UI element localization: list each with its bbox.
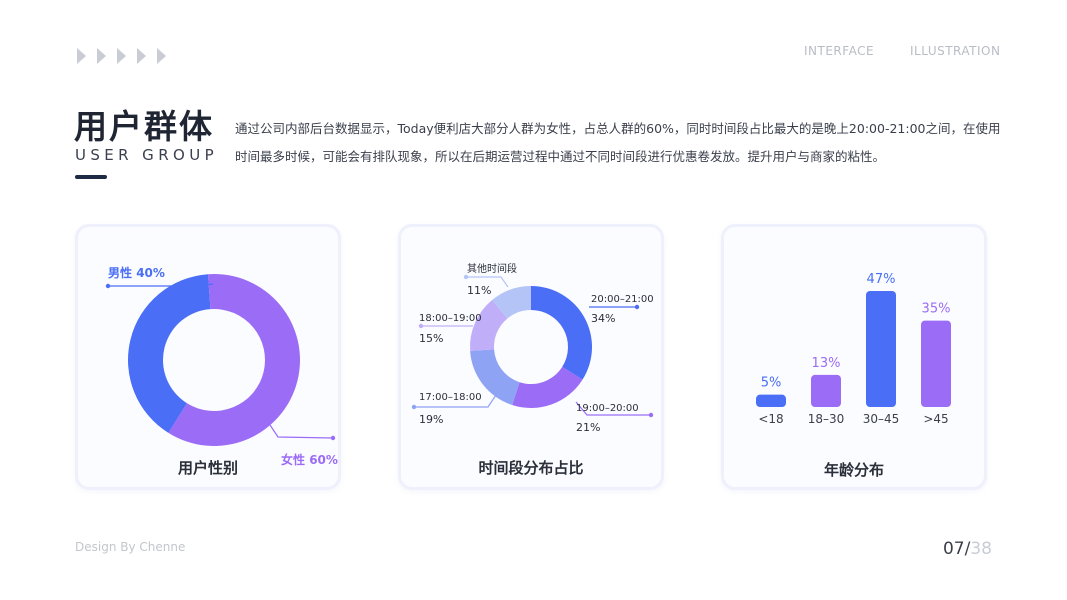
bar-0 [756, 394, 786, 407]
gender-chart-card: 男性 40% 女性 60% 用户性别 [75, 224, 341, 490]
bar-3 [921, 320, 951, 407]
label-1800-value: 15% [419, 332, 443, 345]
footer-credit: Design By Chenne [75, 540, 186, 554]
label-1700-value: 19% [419, 413, 443, 426]
page-subtitle: USER GROUP [75, 146, 219, 164]
time-chart-title: 时间段分布占比 [478, 459, 584, 477]
leader-dot-male [105, 283, 111, 289]
page-current: 07 [942, 539, 965, 559]
arrow-icon [117, 48, 126, 64]
time-donut-chart: 20:00–21:00 34% 19:00–20:00 21% 17:00–18… [411, 262, 654, 434]
category-label: >45 [923, 412, 948, 426]
leader-dot-female [330, 435, 336, 441]
label-1700-time: 17:00–18:00 [419, 392, 482, 403]
decorative-arrows [77, 48, 166, 64]
description-text: 通过公司内部后台数据显示，Today便利店大部分人群为女性，占总人群的60%，同… [235, 121, 1001, 164]
time-chart-card: 20:00–21:00 34% 19:00–20:00 21% 17:00–18… [398, 224, 664, 490]
page-number: 07/38 [943, 539, 992, 559]
nav-illustration-link[interactable]: ILLUSTRATION [910, 44, 1000, 58]
bar-value-label: 47% [867, 272, 896, 287]
bar-value-label: 35% [922, 302, 951, 317]
age-chart-card: 5% <18 13% 18–30 47% 30–45 35% >45 年龄分布 [721, 224, 987, 490]
bar-value-label: 13% [812, 356, 841, 371]
arrow-icon [137, 48, 146, 64]
label-other-time: 其他时间段 [467, 262, 517, 275]
leader-line-female [267, 421, 334, 439]
title-underline [75, 175, 107, 179]
leader-dot-1800 [418, 323, 424, 329]
slice-2000-2100 [531, 286, 592, 380]
category-label: 30–45 [863, 412, 900, 426]
page-title: 用户群体 [74, 107, 214, 146]
arrow-icon [157, 48, 166, 64]
bar-2 [866, 291, 896, 407]
label-2000-value: 34% [591, 312, 615, 325]
gender-chart-title: 用户性别 [177, 459, 238, 477]
nav-interface-link[interactable]: INTERFACE [804, 44, 874, 58]
leader-dot-2000 [634, 304, 640, 310]
label-other-value: 11% [467, 284, 491, 297]
arrow-icon [77, 48, 86, 64]
age-chart-title: 年龄分布 [823, 461, 884, 479]
label-male: 男性 40% [108, 265, 165, 280]
leader-dot-other [463, 274, 469, 280]
leader-dot-1900 [648, 412, 654, 418]
page-total: 38 [970, 539, 992, 559]
label-1900-time: 19:00–20:00 [576, 403, 639, 414]
label-1800-time: 18:00–19:00 [419, 313, 482, 324]
label-2000-time: 20:00–21:00 [591, 294, 654, 305]
bar-value-label: 5% [761, 376, 782, 391]
age-bar-chart: 5% <18 13% 18–30 47% 30–45 35% >45 [756, 272, 951, 426]
category-label: <18 [758, 412, 783, 426]
leader-dot-1700 [411, 404, 417, 410]
arrow-icon [97, 48, 106, 64]
gender-donut-chart: 男性 40% 女性 60% [105, 265, 338, 467]
category-label: 18–30 [808, 412, 845, 426]
slice-1900-2000 [512, 366, 583, 408]
label-1900-value: 21% [576, 421, 600, 434]
bar-1 [811, 374, 841, 407]
